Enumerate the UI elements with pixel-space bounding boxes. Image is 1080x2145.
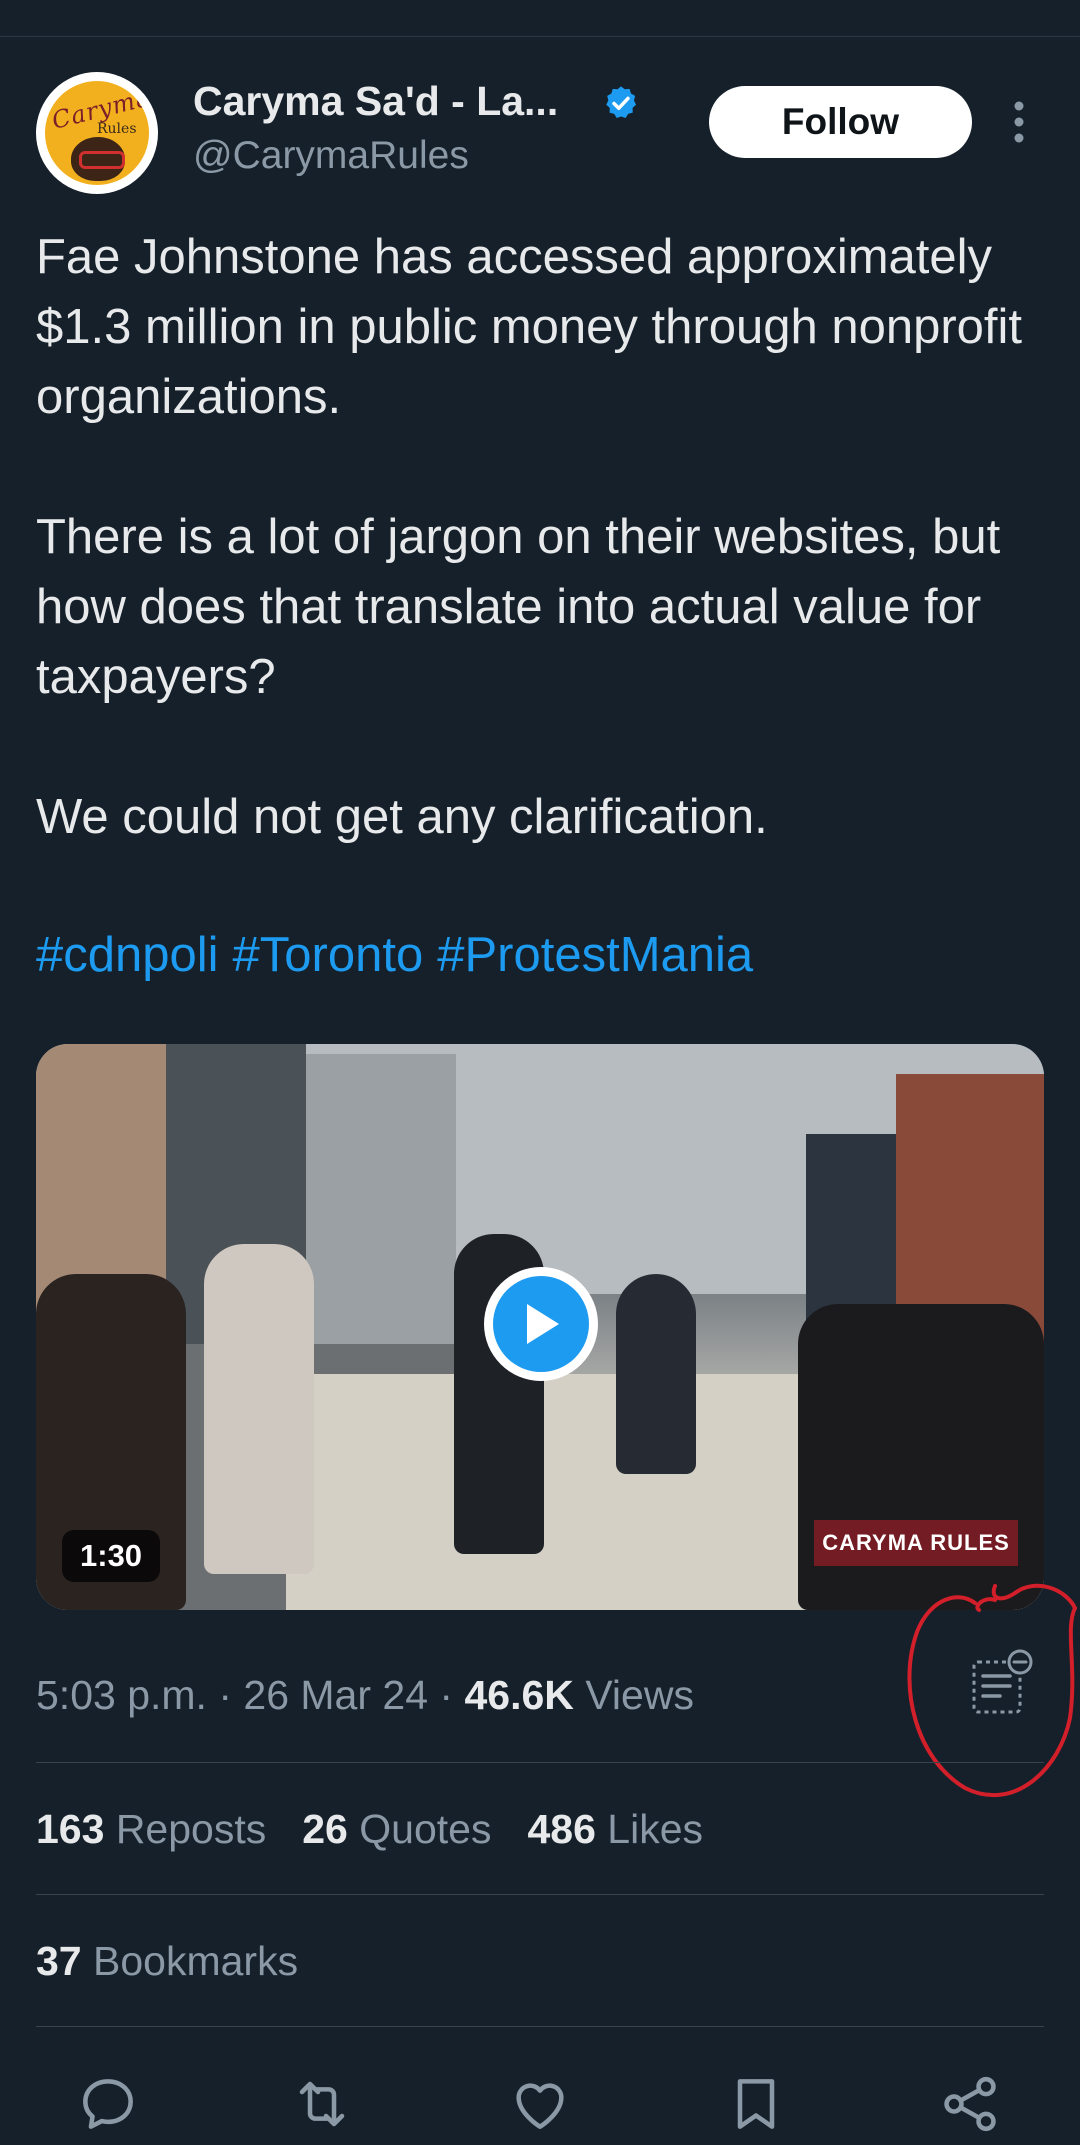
quotes-count: 26 bbox=[302, 1806, 348, 1852]
video-player[interactable]: CARYMA RULES 1:30 bbox=[36, 1044, 1044, 1610]
likes-stat[interactable]: 486 Likes bbox=[527, 1806, 703, 1852]
play-button[interactable] bbox=[484, 1267, 598, 1381]
avatar-glasses bbox=[79, 151, 125, 169]
hashtag-link[interactable]: #cdnpoli bbox=[36, 928, 219, 982]
quotes-stat[interactable]: 26 Quotes bbox=[302, 1806, 491, 1852]
video-watermark: CARYMA RULES bbox=[814, 1520, 1018, 1566]
bookmarks-stat[interactable]: 37 Bookmarks bbox=[36, 1938, 298, 1985]
video-frame-building bbox=[306, 1054, 456, 1344]
tweet-time[interactable]: 5:03 p.m. bbox=[36, 1672, 207, 1718]
quotes-label: Quotes bbox=[359, 1806, 492, 1852]
author-name[interactable]: Caryma Sa'd - La... bbox=[193, 78, 558, 125]
play-icon bbox=[527, 1304, 559, 1344]
top-divider bbox=[0, 36, 1080, 37]
tweet-date[interactable]: 26 Mar 24 bbox=[243, 1672, 428, 1718]
hashtag-list: #cdnpoli #Toronto #ProtestMania bbox=[36, 920, 767, 990]
bookmarks-label: Bookmarks bbox=[93, 1938, 299, 1984]
divider bbox=[36, 1894, 1044, 1895]
tweet-paragraph: Fae Johnstone has accessed approximately… bbox=[36, 230, 1023, 424]
bookmarks-count: 37 bbox=[36, 1938, 82, 1984]
views-count: 46.6K bbox=[464, 1672, 574, 1718]
likes-label: Likes bbox=[607, 1806, 704, 1852]
reposts-label: Reposts bbox=[115, 1806, 267, 1852]
video-frame-person bbox=[616, 1274, 696, 1474]
hashtag-link[interactable]: #Toronto bbox=[233, 928, 424, 982]
meta-separator: · bbox=[218, 1672, 232, 1718]
author-handle[interactable]: @CarymaRules bbox=[193, 134, 469, 178]
meta-separator: · bbox=[439, 1672, 454, 1718]
avatar-logo-subtext: Rules bbox=[97, 121, 137, 137]
play-button-circle bbox=[493, 1276, 589, 1372]
avatar-image: Caryma Rules bbox=[45, 81, 149, 185]
share-icon[interactable] bbox=[938, 2072, 1002, 2136]
follow-button[interactable]: Follow bbox=[709, 86, 972, 158]
more-options-icon[interactable] bbox=[1004, 99, 1034, 145]
video-frame-person bbox=[204, 1244, 314, 1574]
tweet-text: Fae Johnstone has accessed approximately… bbox=[36, 222, 1056, 852]
tweet-paragraph: We could not get any clarification. bbox=[36, 790, 768, 844]
likes-count: 486 bbox=[527, 1806, 596, 1852]
views-label: Views bbox=[585, 1672, 694, 1718]
tweet-paragraph: There is a lot of jargon on their websit… bbox=[36, 510, 1001, 704]
divider bbox=[36, 2026, 1044, 2027]
video-duration: 1:30 bbox=[62, 1530, 161, 1582]
avatar[interactable]: Caryma Rules bbox=[36, 72, 158, 194]
engagement-stats: 163 Reposts 26 Quotes 486 Likes bbox=[36, 1806, 739, 1853]
reply-icon[interactable] bbox=[76, 2072, 140, 2136]
like-icon[interactable] bbox=[508, 2072, 572, 2136]
bookmark-icon[interactable] bbox=[724, 2072, 788, 2136]
hashtag-link[interactable]: #ProtestMania bbox=[437, 928, 753, 982]
community-notes-icon[interactable] bbox=[970, 1646, 1036, 1716]
reposts-stat[interactable]: 163 Reposts bbox=[36, 1806, 266, 1852]
verified-badge-icon bbox=[606, 86, 637, 119]
tweet-meta: 5:03 p.m. · 26 Mar 24 · 46.6K Views bbox=[36, 1672, 694, 1719]
repost-icon[interactable] bbox=[290, 2072, 354, 2136]
divider bbox=[36, 1762, 1044, 1763]
reposts-count: 163 bbox=[36, 1806, 105, 1852]
